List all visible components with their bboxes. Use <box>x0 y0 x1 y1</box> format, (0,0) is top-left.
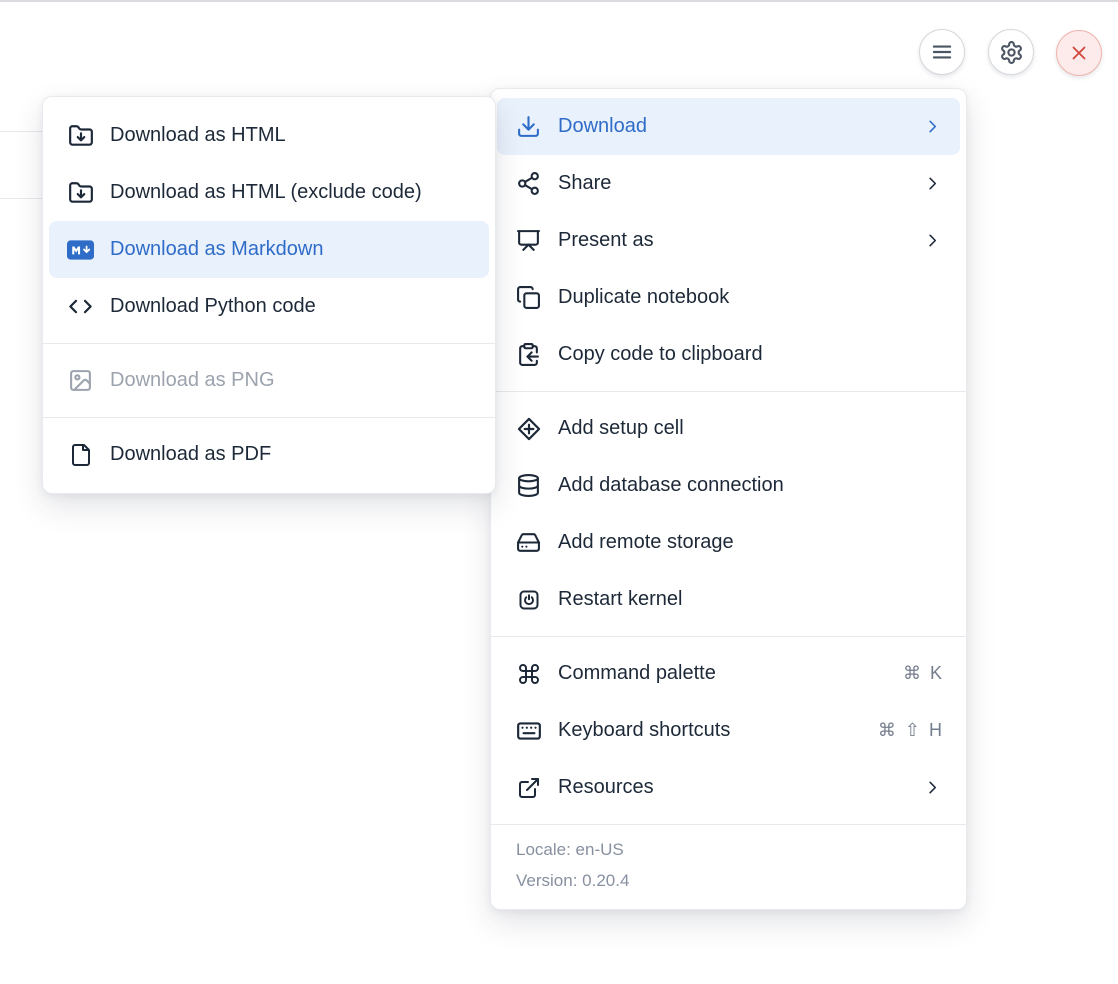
menu-item-label: Download Python code <box>110 295 471 318</box>
clipboard-copy-icon <box>515 341 542 368</box>
markdown-icon <box>67 236 94 263</box>
close-button[interactable] <box>1056 30 1102 76</box>
version-text: Version: 0.20.4 <box>516 865 941 896</box>
chevron-right-icon <box>923 117 942 136</box>
menu-item-label: Download as HTML <box>110 124 471 147</box>
menu-item-label: Download as HTML (exclude code) <box>110 181 471 204</box>
duplicate-icon <box>515 284 542 311</box>
shortcut-hint: ⌘K <box>903 663 942 684</box>
menu-item-download[interactable]: Download <box>497 98 960 155</box>
shortcut-hint: ⌘ ⇧ H <box>878 720 942 741</box>
hamburger-icon <box>929 39 956 66</box>
external-link-icon <box>515 774 542 801</box>
menu-separator <box>43 417 495 418</box>
menu-item-label: Present as <box>558 229 907 252</box>
download-submenu: Download as HTML Download as HTML (exclud… <box>42 96 496 494</box>
menu-item-command-palette[interactable]: Command palette⌘K <box>497 645 960 702</box>
hard-drive-icon <box>515 529 542 556</box>
shortcut-key: K <box>930 663 942 684</box>
presentation-icon <box>515 227 542 254</box>
submenu-item-download-as-png[interactable]: Download as PNG <box>49 352 489 409</box>
menu-item-add-setup-cell[interactable]: Add setup cell <box>497 400 960 457</box>
share-icon <box>515 170 542 197</box>
folder-down-icon <box>67 122 94 149</box>
submenu-item-download-as-markdown[interactable]: Download as Markdown <box>49 221 489 278</box>
menu-item-label: Download <box>558 115 907 138</box>
submenu-item-download-as-html-exclude-code[interactable]: Download as HTML (exclude code) <box>49 164 489 221</box>
menu-item-label: Copy code to clipboard <box>558 343 942 366</box>
power-icon <box>515 586 542 613</box>
settings-button[interactable] <box>988 29 1034 75</box>
menu-item-label: Add database connection <box>558 474 942 497</box>
download-icon <box>515 113 542 140</box>
menu-item-add-database-connection[interactable]: Add database connection <box>497 457 960 514</box>
menu-item-keyboard-shortcuts[interactable]: Keyboard shortcuts ⌘ ⇧ H <box>497 702 960 759</box>
notebook-menu: Download Share Present as Duplicate noteboo… <box>490 88 967 910</box>
menu-item-label: Download as Markdown <box>110 238 471 261</box>
gear-icon <box>998 39 1025 66</box>
page-rule <box>0 198 46 199</box>
submenu-item-download-as-pdf[interactable]: Download as PDF <box>49 426 489 483</box>
chevron-right-icon <box>923 231 942 250</box>
menu-item-add-remote-storage[interactable]: Add remote storage <box>497 514 960 571</box>
menu-item-copy-code-to-clipboard[interactable]: Copy code to clipboard <box>497 326 960 383</box>
menu-item-label: Download as PNG <box>110 369 471 392</box>
shortcut-key: ⌘ <box>878 720 896 741</box>
menu-item-label: Add setup cell <box>558 417 942 440</box>
menu-item-label: Add remote storage <box>558 531 942 554</box>
menu-footer: Locale: en-US Version: 0.20.4 <box>491 824 966 909</box>
menu-item-present-as[interactable]: Present as <box>497 212 960 269</box>
shortcut-key: ⇧ <box>905 720 920 741</box>
folder-down-icon <box>67 179 94 206</box>
database-icon <box>515 472 542 499</box>
file-icon <box>67 441 94 468</box>
page-rule <box>0 131 46 132</box>
menu-separator <box>491 391 966 392</box>
menu-item-label: Command palette <box>558 662 887 685</box>
keyboard-icon <box>515 717 542 744</box>
menu-item-restart-kernel[interactable]: Restart kernel <box>497 571 960 628</box>
menu-separator <box>491 636 966 637</box>
submenu-item-download-as-html[interactable]: Download as HTML <box>49 107 489 164</box>
close-icon <box>1066 40 1093 67</box>
image-icon <box>67 367 94 394</box>
page-top-border <box>0 0 1118 2</box>
menu-item-label: Download as PDF <box>110 443 471 466</box>
diamond-plus-icon <box>515 415 542 442</box>
menu-item-label: Keyboard shortcuts <box>558 719 862 742</box>
shortcut-key: ⌘ <box>903 663 921 684</box>
menu-item-label: Duplicate notebook <box>558 286 942 309</box>
chevron-right-icon <box>923 778 942 797</box>
menu-item-label: Resources <box>558 776 907 799</box>
menu-item-duplicate-notebook[interactable]: Duplicate notebook <box>497 269 960 326</box>
command-icon <box>515 660 542 687</box>
menu-item-label: Restart kernel <box>558 588 942 611</box>
menu-separator <box>43 343 495 344</box>
code-icon <box>67 293 94 320</box>
menu-item-resources[interactable]: Resources <box>497 759 960 816</box>
submenu-item-download-python-code[interactable]: Download Python code <box>49 278 489 335</box>
chevron-right-icon <box>923 174 942 193</box>
locale-text: Locale: en-US <box>516 834 941 865</box>
menu-button[interactable] <box>919 29 965 75</box>
menu-item-share[interactable]: Share <box>497 155 960 212</box>
shortcut-key: H <box>929 720 942 741</box>
menu-item-label: Share <box>558 172 907 195</box>
